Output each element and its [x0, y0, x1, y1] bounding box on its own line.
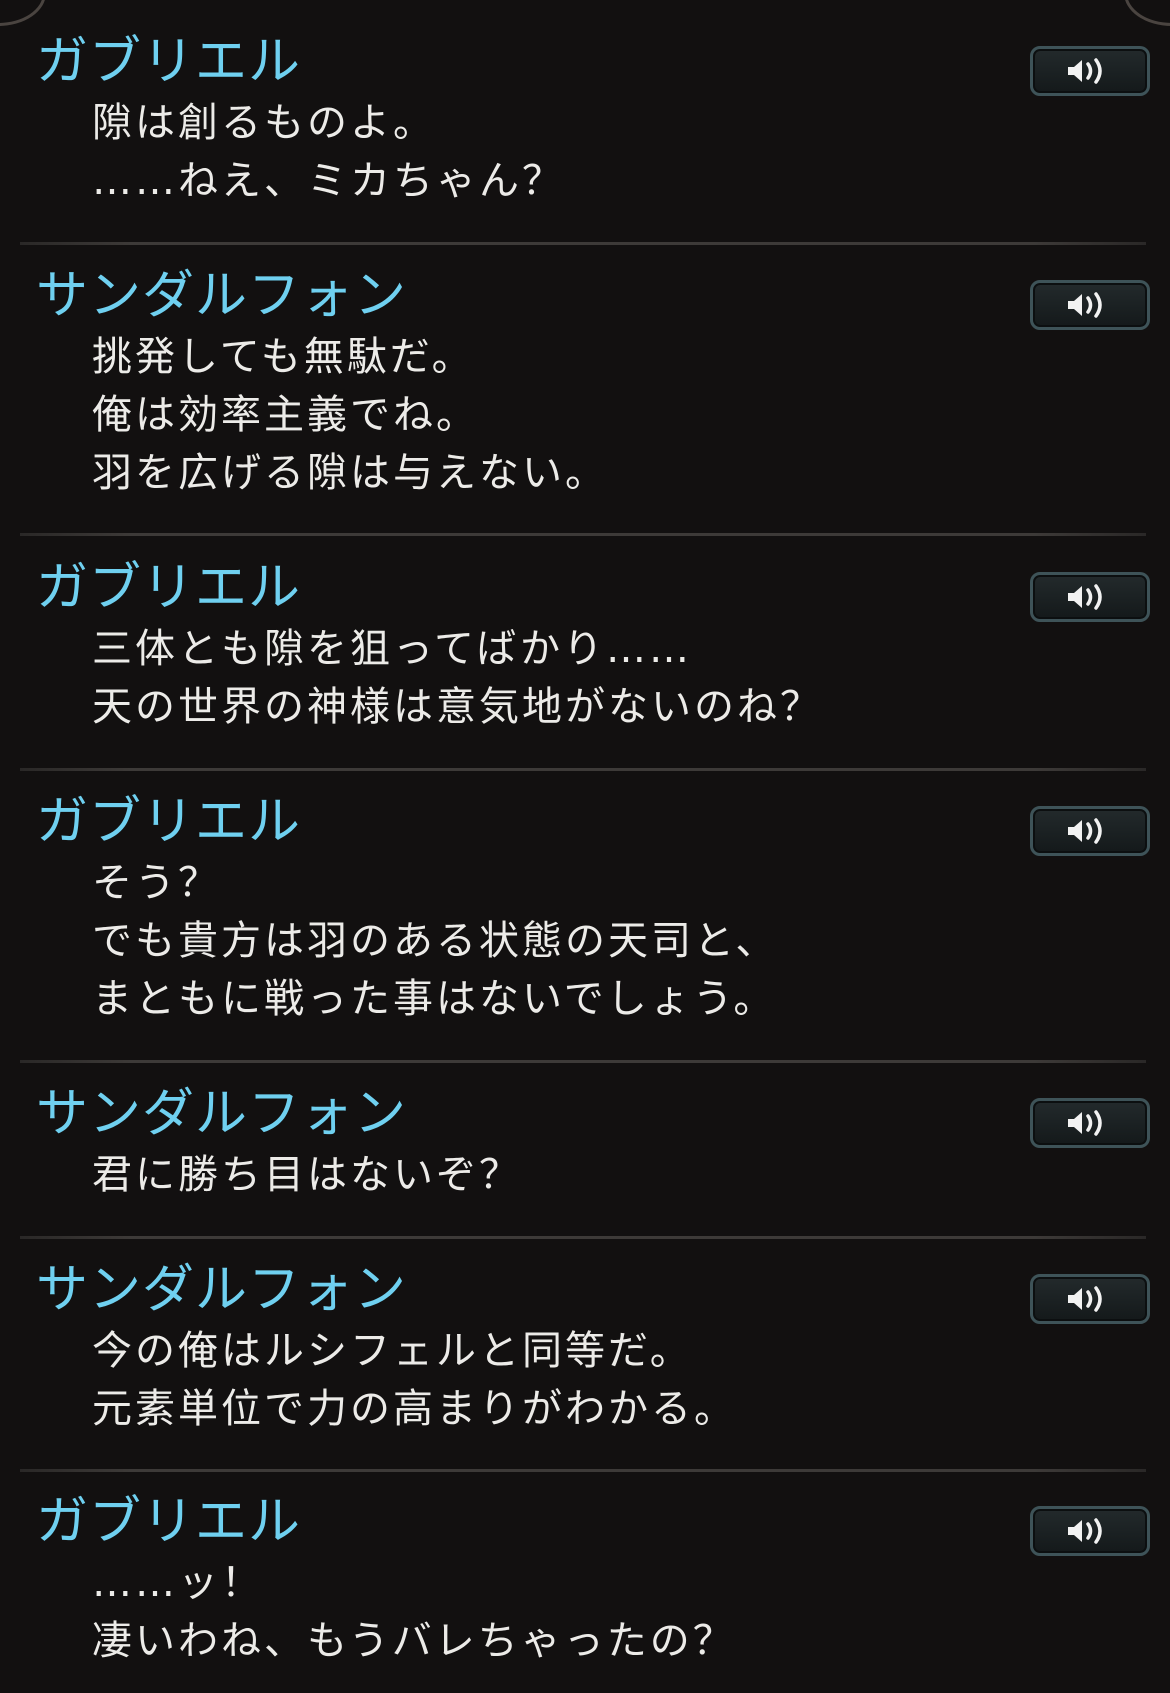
entry-divider	[20, 242, 1146, 245]
speaker-icon	[1068, 58, 1102, 84]
dialogue-line: 君に勝ち目はないぞ？	[92, 1152, 522, 1198]
dialogue-line: 隙は創るものよ。	[92, 100, 436, 146]
entry-divider	[20, 1469, 1146, 1472]
voice-playback-button[interactable]	[1030, 1274, 1150, 1324]
dialogue-line: 俺は効率主義でね。	[92, 392, 479, 438]
dialogue-lines: ……ッ！ 凄いわね、もうバレちゃったの？	[92, 1554, 736, 1670]
dialogue-log-panel[interactable]: ガブリエル 隙は創るものよ。 ……ねえ、ミカちゃん？ サンダルフォン 挑発しても…	[0, 0, 1170, 1693]
voice-playback-button[interactable]	[1030, 280, 1150, 330]
dialogue-lines: 隙は創るものよ。 ……ねえ、ミカちゃん？	[92, 94, 565, 210]
dialogue-line: ……ッ！	[92, 1560, 264, 1606]
dialogue-lines: 三体とも隙を狙ってばかり…… 天の世界の神様は意気地がないのね？	[92, 620, 823, 736]
voice-playback-button[interactable]	[1030, 1506, 1150, 1556]
entry-divider	[20, 1236, 1146, 1239]
voice-playback-button[interactable]	[1030, 1098, 1150, 1148]
speaker-icon	[1068, 292, 1102, 318]
speaker-name: ガブリエル	[36, 792, 302, 852]
speaker-icon	[1068, 818, 1102, 844]
speaker-icon	[1068, 584, 1102, 610]
speaker-name: サンダルフォン	[36, 266, 408, 326]
speaker-name: ガブリエル	[36, 558, 302, 618]
dialogue-line: でも貴方は羽のある状態の天司と、	[92, 918, 779, 964]
speaker-name: ガブリエル	[36, 32, 302, 92]
voice-playback-button[interactable]	[1030, 572, 1150, 622]
dialogue-line: 凄いわね、もうバレちゃったの？	[92, 1618, 736, 1664]
dialogue-line: 羽を広げる隙は与えない。	[92, 450, 608, 496]
frame-corner-right	[1124, 0, 1170, 26]
speaker-icon	[1068, 1286, 1102, 1312]
frame-corner-left	[0, 0, 46, 26]
dialogue-line: 天の世界の神様は意気地がないのね？	[92, 684, 823, 730]
entry-divider	[20, 1060, 1146, 1063]
speaker-name: サンダルフォン	[36, 1084, 408, 1144]
dialogue-line: 三体とも隙を狙ってばかり……	[92, 626, 692, 672]
speaker-name: ガブリエル	[36, 1492, 302, 1552]
dialogue-line: ……ねえ、ミカちゃん？	[92, 158, 565, 204]
dialogue-lines: 今の俺はルシフェルと同等だ。 元素単位で力の高まりがわかる。	[92, 1322, 737, 1438]
dialogue-line: まともに戦った事はないでしょう。	[92, 976, 777, 1022]
entry-divider	[20, 768, 1146, 771]
speaker-icon	[1068, 1518, 1102, 1544]
dialogue-lines: 挑発しても無駄だ。 俺は効率主義でね。 羽を広げる隙は与えない。	[92, 328, 608, 502]
dialogue-lines: 君に勝ち目はないぞ？	[92, 1146, 522, 1204]
voice-playback-button[interactable]	[1030, 46, 1150, 96]
dialogue-line: 挑発しても無駄だ。	[92, 334, 475, 380]
dialogue-lines: そう？ でも貴方は羽のある状態の天司と、 まともに戦った事はないでしょう。	[92, 854, 778, 1028]
entry-divider	[20, 533, 1146, 536]
voice-playback-button[interactable]	[1030, 806, 1150, 856]
dialogue-line: そう？	[92, 860, 221, 906]
speaker-name: サンダルフォン	[36, 1260, 408, 1320]
speaker-icon	[1068, 1110, 1102, 1136]
dialogue-line: 元素単位で力の高まりがわかる。	[92, 1386, 737, 1432]
dialogue-line: 今の俺はルシフェルと同等だ。	[92, 1328, 693, 1374]
